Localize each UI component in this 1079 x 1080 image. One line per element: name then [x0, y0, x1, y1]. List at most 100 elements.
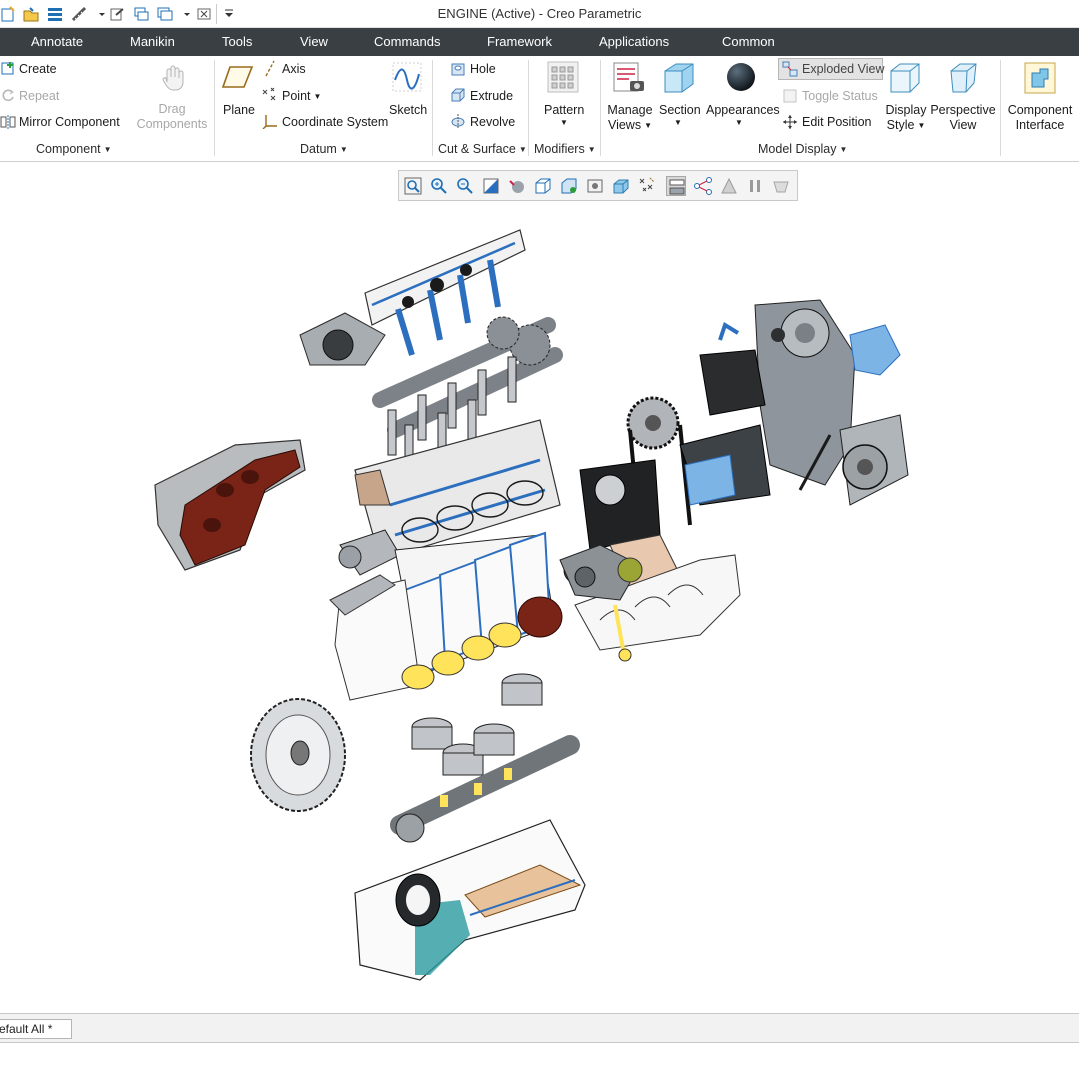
chevron-down-icon: ▼ — [518, 145, 527, 154]
tab-annotate[interactable]: Annotate — [31, 34, 83, 49]
graphics-area[interactable] — [0, 205, 1079, 1010]
chevron-down-icon[interactable]: ▼ — [560, 118, 568, 127]
edit-position-button[interactable]: Edit Position — [802, 115, 871, 129]
hole-button[interactable]: Hole — [470, 62, 496, 76]
toggle-status-button[interactable]: Toggle Status — [802, 89, 878, 103]
manage-views-line2: Views — [607, 118, 642, 132]
tab-view[interactable]: View — [300, 34, 328, 49]
chevron-down-icon: ▼ — [313, 92, 322, 101]
view-manager-icon[interactable] — [611, 176, 631, 196]
spin-center-icon[interactable] — [507, 176, 527, 196]
ribbon: Create Repeat Mirror Component Drag Comp… — [0, 56, 1079, 162]
title-bar: ENGINE (Active) - Creo Parametric — [0, 0, 1079, 28]
crankshaft-pistons — [390, 673, 580, 843]
toggle-status-icon — [782, 88, 798, 104]
component-interface-icon — [1023, 61, 1057, 95]
pattern-icon — [547, 61, 579, 93]
display-style-icon[interactable] — [585, 176, 605, 196]
divider — [528, 60, 529, 156]
component-interface-button[interactable]: Component Interface — [1006, 103, 1074, 133]
divider — [214, 60, 215, 156]
chevron-down-icon: ▼ — [644, 121, 653, 130]
intake-manifold — [154, 439, 306, 571]
datum-display-icon[interactable] — [637, 176, 657, 196]
display-style-line2: Style — [886, 118, 915, 132]
cut-surface-group-label[interactable]: Cut & Surface ▼ — [438, 142, 527, 156]
manage-views-icon — [612, 61, 646, 95]
oil-pan — [354, 819, 586, 981]
display-style-line1: Display — [885, 103, 927, 117]
ribbon-tab-bar: Annotate Manikin Tools View Commands Fra… — [0, 28, 1079, 56]
refit-icon[interactable] — [403, 176, 423, 196]
repeat-icon — [1, 88, 16, 103]
tab-framework[interactable]: Framework — [487, 34, 552, 49]
exploded-engine-model[interactable] — [0, 205, 1079, 1010]
datum-group-label[interactable]: Datum ▼ — [300, 142, 348, 156]
point-label: Point — [282, 89, 311, 103]
datum-group-text: Datum — [300, 142, 337, 156]
drag-label-line2: Components — [136, 117, 208, 131]
appearances-icon — [725, 61, 757, 93]
sketch-icon — [392, 62, 422, 92]
chevron-down-icon: ▼ — [103, 145, 112, 154]
mirror-component-button[interactable]: Mirror Component — [19, 115, 120, 129]
appearances-button[interactable]: Appearances — [706, 103, 780, 117]
coordinate-system-button[interactable]: Coordinate System — [282, 115, 388, 129]
modifiers-group-label[interactable]: Modifiers ▼ — [534, 142, 596, 156]
component-group-label[interactable]: Component ▼ — [36, 142, 112, 156]
extrude-button[interactable]: Extrude — [470, 89, 513, 103]
tab-manikin[interactable]: Manikin — [130, 34, 175, 49]
section-icon — [662, 61, 696, 95]
point-button[interactable]: Point ▼ — [282, 89, 321, 103]
tab-commands[interactable]: Commands — [374, 34, 440, 49]
create-button[interactable]: Create — [19, 62, 57, 76]
chevron-down-icon: ▼ — [587, 145, 596, 154]
exploded-view-icon[interactable] — [693, 176, 713, 196]
zoom-in-icon[interactable] — [429, 176, 449, 196]
display-style-icon — [888, 61, 922, 95]
repeat-button[interactable]: Repeat — [19, 89, 59, 103]
display-style-button[interactable]: Display Style ▼ — [882, 103, 930, 133]
pattern-button[interactable]: Pattern — [544, 103, 584, 117]
graphics-toolbar — [398, 170, 798, 201]
component-group-text: Component — [36, 142, 101, 156]
tab-common[interactable]: Common — [722, 34, 775, 49]
named-views-icon[interactable] — [559, 176, 579, 196]
manage-views-button[interactable]: Manage Views ▼ — [604, 103, 656, 133]
edit-position-icon — [782, 114, 798, 130]
divider — [600, 60, 601, 156]
drag-label-line1: Drag — [158, 102, 186, 116]
chevron-down-icon[interactable]: ▼ — [735, 118, 743, 127]
section-button[interactable]: Section — [659, 103, 701, 117]
repaint-icon[interactable] — [481, 176, 501, 196]
tab-tools[interactable]: Tools — [222, 34, 252, 49]
divider — [1000, 60, 1001, 156]
status-bar: efault All * — [0, 1013, 1079, 1043]
tab-applications[interactable]: Applications — [599, 34, 669, 49]
chevron-down-icon[interactable]: ▼ — [674, 118, 682, 127]
analysis-display-icon[interactable] — [719, 176, 739, 196]
annotation-display-icon[interactable] — [666, 176, 686, 196]
status-filter-tab[interactable]: efault All * — [0, 1019, 72, 1039]
chevron-down-icon: ▼ — [339, 145, 348, 154]
axis-button[interactable]: Axis — [282, 62, 306, 76]
revolve-button[interactable]: Revolve — [470, 115, 515, 129]
coordinate-system-icon — [262, 113, 278, 130]
window-title: ENGINE (Active) - Creo Parametric — [437, 6, 642, 21]
perspective-view-line1: Perspective — [930, 103, 996, 117]
component-interface-line1: Component — [1007, 103, 1073, 117]
zoom-out-icon[interactable] — [455, 176, 475, 196]
drag-components-button[interactable]: Drag Components — [132, 102, 212, 132]
saved-orientations-icon[interactable] — [533, 176, 553, 196]
pause-icon[interactable] — [745, 176, 765, 196]
sketch-button[interactable]: Sketch — [389, 103, 427, 117]
perspective-view-button[interactable]: Perspective View — [930, 103, 996, 133]
modifiers-group-text: Modifiers — [534, 142, 585, 156]
model-display-group-label[interactable]: Model Display ▼ — [758, 142, 847, 156]
perspective-view-icon — [946, 61, 980, 95]
exploded-view-button[interactable]: Exploded View — [778, 58, 884, 80]
exploded-view-icon — [782, 61, 798, 77]
extrude-icon — [450, 87, 466, 103]
plane-button[interactable]: Plane — [223, 103, 255, 117]
layer-icon[interactable] — [771, 176, 791, 196]
